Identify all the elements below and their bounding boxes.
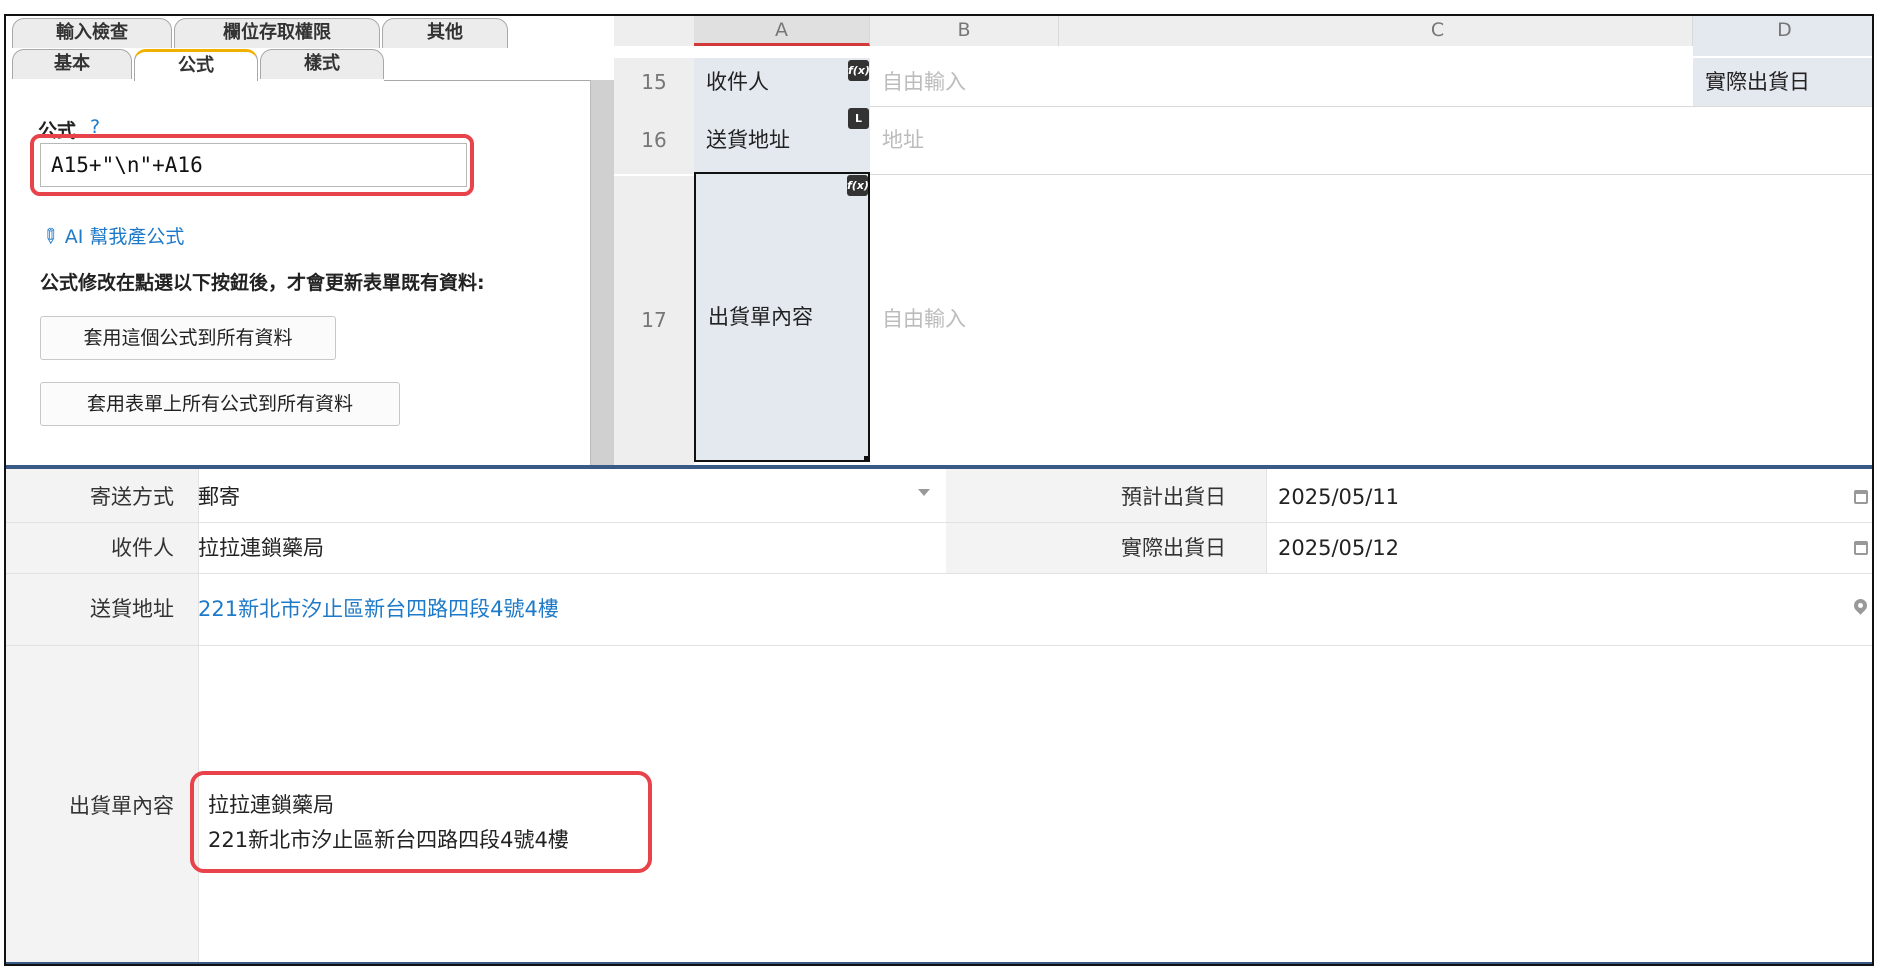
- tab-other[interactable]: 其他: [382, 18, 508, 48]
- recipient-field[interactable]: 拉拉連鎖藥局: [198, 523, 324, 573]
- content-highlight-box: [190, 771, 652, 873]
- apply-formula-button[interactable]: 套用這個公式到所有資料: [40, 316, 336, 360]
- ship-method-select[interactable]: 郵寄: [198, 472, 240, 522]
- row-number-15[interactable]: 15: [614, 58, 694, 106]
- apply-all-formulas-button[interactable]: 套用表單上所有公式到所有資料: [40, 382, 400, 426]
- act-ship-date-label: 實際出貨日: [1121, 536, 1226, 560]
- tab-formula[interactable]: 公式: [134, 49, 258, 81]
- panel-scrollbar[interactable]: [590, 80, 614, 465]
- field-settings-panel: 輸入檢查 欄位存取權限 其他 基本 公式 樣式 公式 ? A15+"\n"+A1…: [6, 16, 614, 465]
- ship-method-label: 寄送方式: [90, 485, 174, 509]
- cell-a17-selected[interactable]: 出貨單內容: [694, 172, 870, 462]
- header-gap: [614, 46, 1872, 56]
- address-link[interactable]: 221新北市汐止區新台四路四段4號4樓: [198, 574, 559, 644]
- calendar-icon[interactable]: [1854, 541, 1868, 555]
- form-bottom-border: [6, 962, 1872, 964]
- map-pin-icon[interactable]: [1851, 596, 1870, 615]
- cell-b15-placeholder[interactable]: 自由輸入: [882, 58, 966, 106]
- row-divider: [694, 106, 1872, 107]
- app-window: 輸入檢查 欄位存取權限 其他 基本 公式 樣式 公式 ? A15+"\n"+A1…: [4, 14, 1874, 966]
- tab-field-access[interactable]: 欄位存取權限: [174, 18, 380, 48]
- function-icon: f(x): [847, 175, 869, 196]
- form-layout-grid: A B C D 15 收件人 自由輸入 實際出貨日 f(x) 16 送貨地址 地…: [614, 16, 1872, 465]
- calendar-icon[interactable]: [1854, 490, 1868, 504]
- row-divider: [694, 174, 1872, 175]
- cell-b17-placeholder[interactable]: 自由輸入: [882, 174, 966, 464]
- cell-a16[interactable]: 送貨地址: [694, 106, 870, 174]
- column-header-b-ext: [1058, 16, 1183, 46]
- est-ship-date-field[interactable]: 2025/05/11: [1278, 472, 1399, 522]
- location-type-icon: L: [848, 108, 869, 129]
- cell-a15[interactable]: 收件人: [694, 58, 870, 106]
- formula-input[interactable]: A15+"\n"+A16: [40, 143, 467, 187]
- act-ship-date-field[interactable]: 2025/05/12: [1278, 523, 1399, 573]
- shipping-content-line2: 221新北市汐止區新台四路四段4號4樓: [208, 828, 569, 852]
- shipping-content-line1: 拉拉連鎖藥局: [208, 793, 334, 817]
- recipient-label: 收件人: [111, 536, 174, 560]
- column-d-strip: [1693, 46, 1872, 56]
- tab-divider: [384, 80, 614, 81]
- column-header-a[interactable]: A: [694, 16, 870, 46]
- ai-formula-link[interactable]: ✎AI 幫我產公式: [36, 222, 185, 251]
- ai-formula-link-label: AI 幫我產公式: [64, 226, 185, 248]
- sheet-corner: [614, 16, 694, 46]
- est-ship-date-label: 預計出貨日: [1121, 485, 1226, 509]
- tab-style[interactable]: 樣式: [260, 49, 384, 79]
- pencil-icon: ✎: [35, 221, 65, 251]
- row-divider: [6, 645, 1872, 646]
- chevron-down-icon[interactable]: [918, 489, 930, 496]
- function-icon: f(x): [848, 60, 870, 81]
- shipping-content-label: 出貨單內容: [69, 794, 174, 818]
- row-number-17[interactable]: 17: [614, 176, 694, 465]
- column-header-d[interactable]: D: [1693, 16, 1872, 46]
- column-header-b[interactable]: B: [870, 16, 1058, 46]
- cell-d15[interactable]: 實際出貨日: [1693, 58, 1872, 106]
- fill-handle[interactable]: [864, 456, 870, 462]
- tab-input-check[interactable]: 輸入檢查: [12, 18, 172, 48]
- column-divider: [1266, 469, 1267, 573]
- form-preview: 寄送方式 郵寄 預計出貨日 2025/05/11 收件人 拉拉連鎖藥局 實際出貨…: [6, 465, 1872, 964]
- column-header-c[interactable]: C: [1183, 16, 1693, 46]
- address-label: 送貨地址: [90, 597, 174, 621]
- row-number-16[interactable]: 16: [614, 106, 694, 174]
- cell-b16-placeholder[interactable]: 地址: [882, 106, 924, 174]
- update-note: 公式修改在點選以下按鈕後，才會更新表單既有資料:: [40, 272, 485, 294]
- tab-basic[interactable]: 基本: [12, 49, 132, 79]
